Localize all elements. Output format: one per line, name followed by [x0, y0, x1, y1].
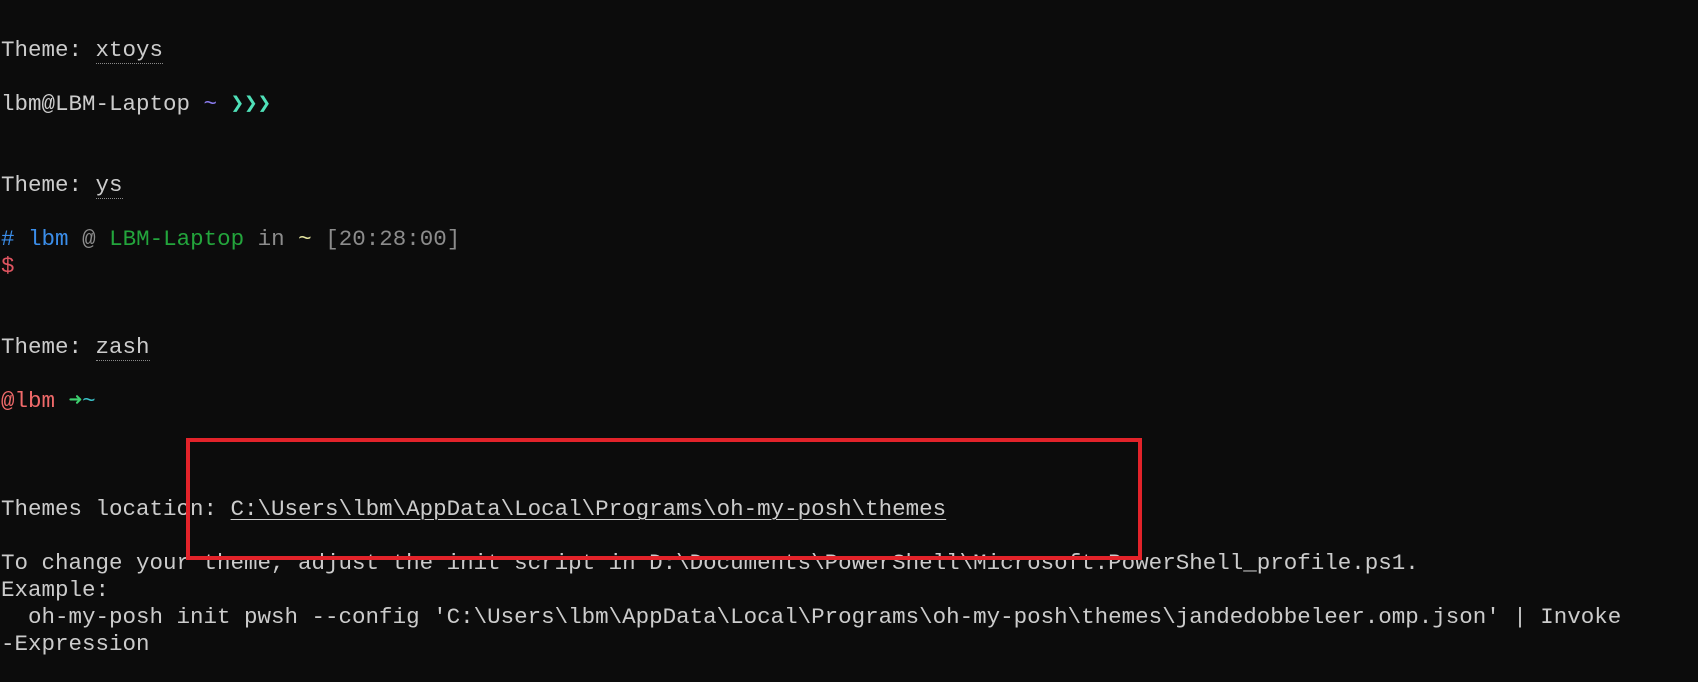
prompt-preview-zash: @lbm ➜~ [1, 388, 96, 415]
prompt-user-host: lbm@LBM-Laptop [1, 91, 191, 117]
prompt-host: LBM-Laptop [109, 226, 245, 252]
prompt-dir: ~ [203, 91, 218, 117]
arrow-icon: ➜ [68, 388, 83, 414]
prompt-in: in [257, 226, 285, 252]
change-theme-instructions: To change your theme, adjust the init sc… [1, 550, 1419, 576]
theme-name: ys [95, 172, 123, 199]
theme-label: Theme: [1, 334, 96, 360]
theme-name: zash [95, 334, 150, 361]
themes-location-link[interactable]: C:\Users\lbm\AppData\Local\Programs\oh-m… [231, 496, 947, 522]
prompt-dir: ~ [82, 388, 96, 414]
theme-header-xtoys: Theme: xtoys [1, 37, 164, 64]
theme-header-ys: Theme: ys [1, 172, 123, 199]
prompt-chevrons: ❯❯❯ [230, 91, 272, 117]
prompt-hash: # [1, 226, 15, 252]
prompt-user: @lbm [1, 388, 56, 414]
prompt-preview-ys: # lbm @ LBM-Laptop in ~ [20:28:00] [1, 226, 460, 253]
terminal-window[interactable]: Theme: xtoys lbm@LBM-Laptop ~ ❯❯❯ Theme:… [0, 0, 1698, 682]
prompt-time: [20:28:00] [325, 226, 461, 252]
themes-location-label: Themes location: [1, 496, 231, 522]
theme-label: Theme: [1, 37, 96, 63]
prompt-dollar: $ [1, 253, 15, 279]
prompt-preview-xtoys: lbm@LBM-Laptop ~ ❯❯❯ [1, 91, 271, 118]
themes-location-line: Themes location: C:\Users\lbm\AppData\Lo… [1, 496, 946, 523]
theme-name: xtoys [95, 37, 164, 64]
example-label: Example: [1, 577, 110, 603]
example-command: oh-my-posh init pwsh --config 'C:\Users\… [1, 604, 1622, 630]
prompt-dir: ~ [298, 226, 312, 252]
prompt-at: @ [82, 226, 96, 252]
theme-label: Theme: [1, 172, 96, 198]
theme-header-zash: Theme: zash [1, 334, 150, 361]
prompt-user: lbm [28, 226, 69, 252]
example-command-wrap: -Expression [1, 631, 150, 657]
